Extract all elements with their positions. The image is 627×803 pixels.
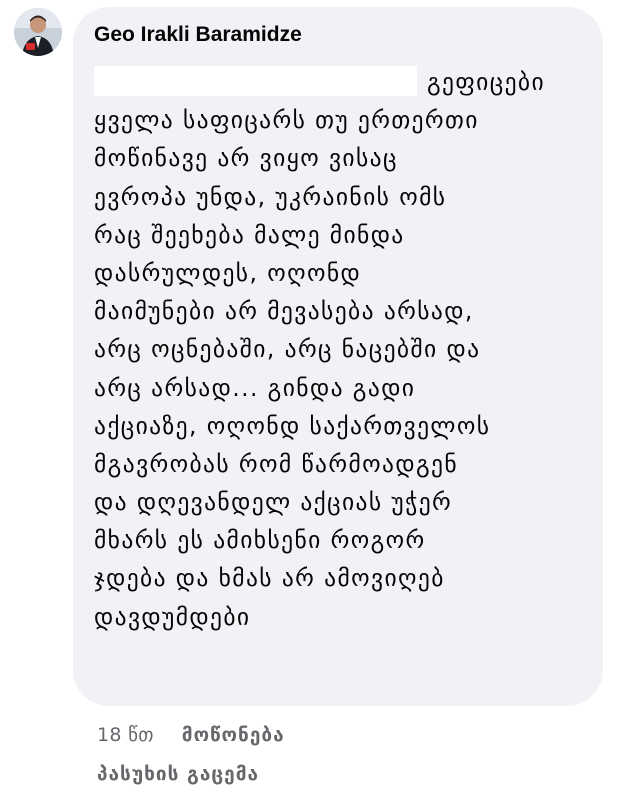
comment-line: მგავრობას რომ წარმოადგენ bbox=[94, 449, 459, 478]
avatar-photo-icon bbox=[14, 8, 62, 56]
comment-line: ჯდება და ხმას არ ამოვიღებ bbox=[94, 564, 445, 593]
comment-line: მოწინავე არ ვიყო ვისაც bbox=[94, 144, 398, 173]
comment-line: დასრულდეს, ოღონდ bbox=[94, 258, 362, 287]
like-button[interactable]: მოწონება bbox=[182, 724, 285, 746]
comment-line: მაიმუნები არ მევასება არსად, bbox=[94, 297, 474, 326]
reply-button[interactable]: პასუხის გაცემა bbox=[97, 761, 259, 787]
comment-line: ევროპა უნდა, უკრაინის ომს bbox=[94, 182, 447, 211]
comment-text: გეფიცები ყველა საფიცარს თუ ერთერთი მოწინ… bbox=[94, 63, 583, 636]
comment-line: და დღევანდელ აქციას უჭერ bbox=[94, 488, 453, 517]
comment-line: მხარს ეს ამიხსენი როგორ bbox=[94, 526, 426, 555]
comment-line: აქციაზე, ოღონდ საქართველოს bbox=[94, 411, 491, 440]
comment-line: არც არსად... გინდა გადი bbox=[94, 373, 416, 402]
comment-timestamp[interactable]: 18 წთ bbox=[97, 724, 154, 746]
comment-line: არც ოცნებაში, არც ნაცებში და bbox=[94, 335, 481, 364]
comment-line: დავდუმდები bbox=[94, 602, 251, 631]
comment-author-name[interactable]: Geo Irakli Baramidze bbox=[94, 21, 302, 49]
redacted-block bbox=[94, 66, 417, 96]
comment-line-text: გეფიცები bbox=[427, 68, 546, 96]
comment-line: რაც შეეხება მალე მინდა bbox=[94, 220, 405, 249]
comment-line: გეფიცები bbox=[94, 63, 583, 101]
avatar[interactable] bbox=[14, 8, 62, 56]
comment-meta-row: 18 წთ მოწონება bbox=[97, 722, 285, 748]
comment-bubble: Geo Irakli Baramidze გეფიცები ყველა საფი… bbox=[73, 7, 603, 706]
comment-line: ყველა საფიცარს თუ ერთერთი bbox=[94, 106, 479, 135]
